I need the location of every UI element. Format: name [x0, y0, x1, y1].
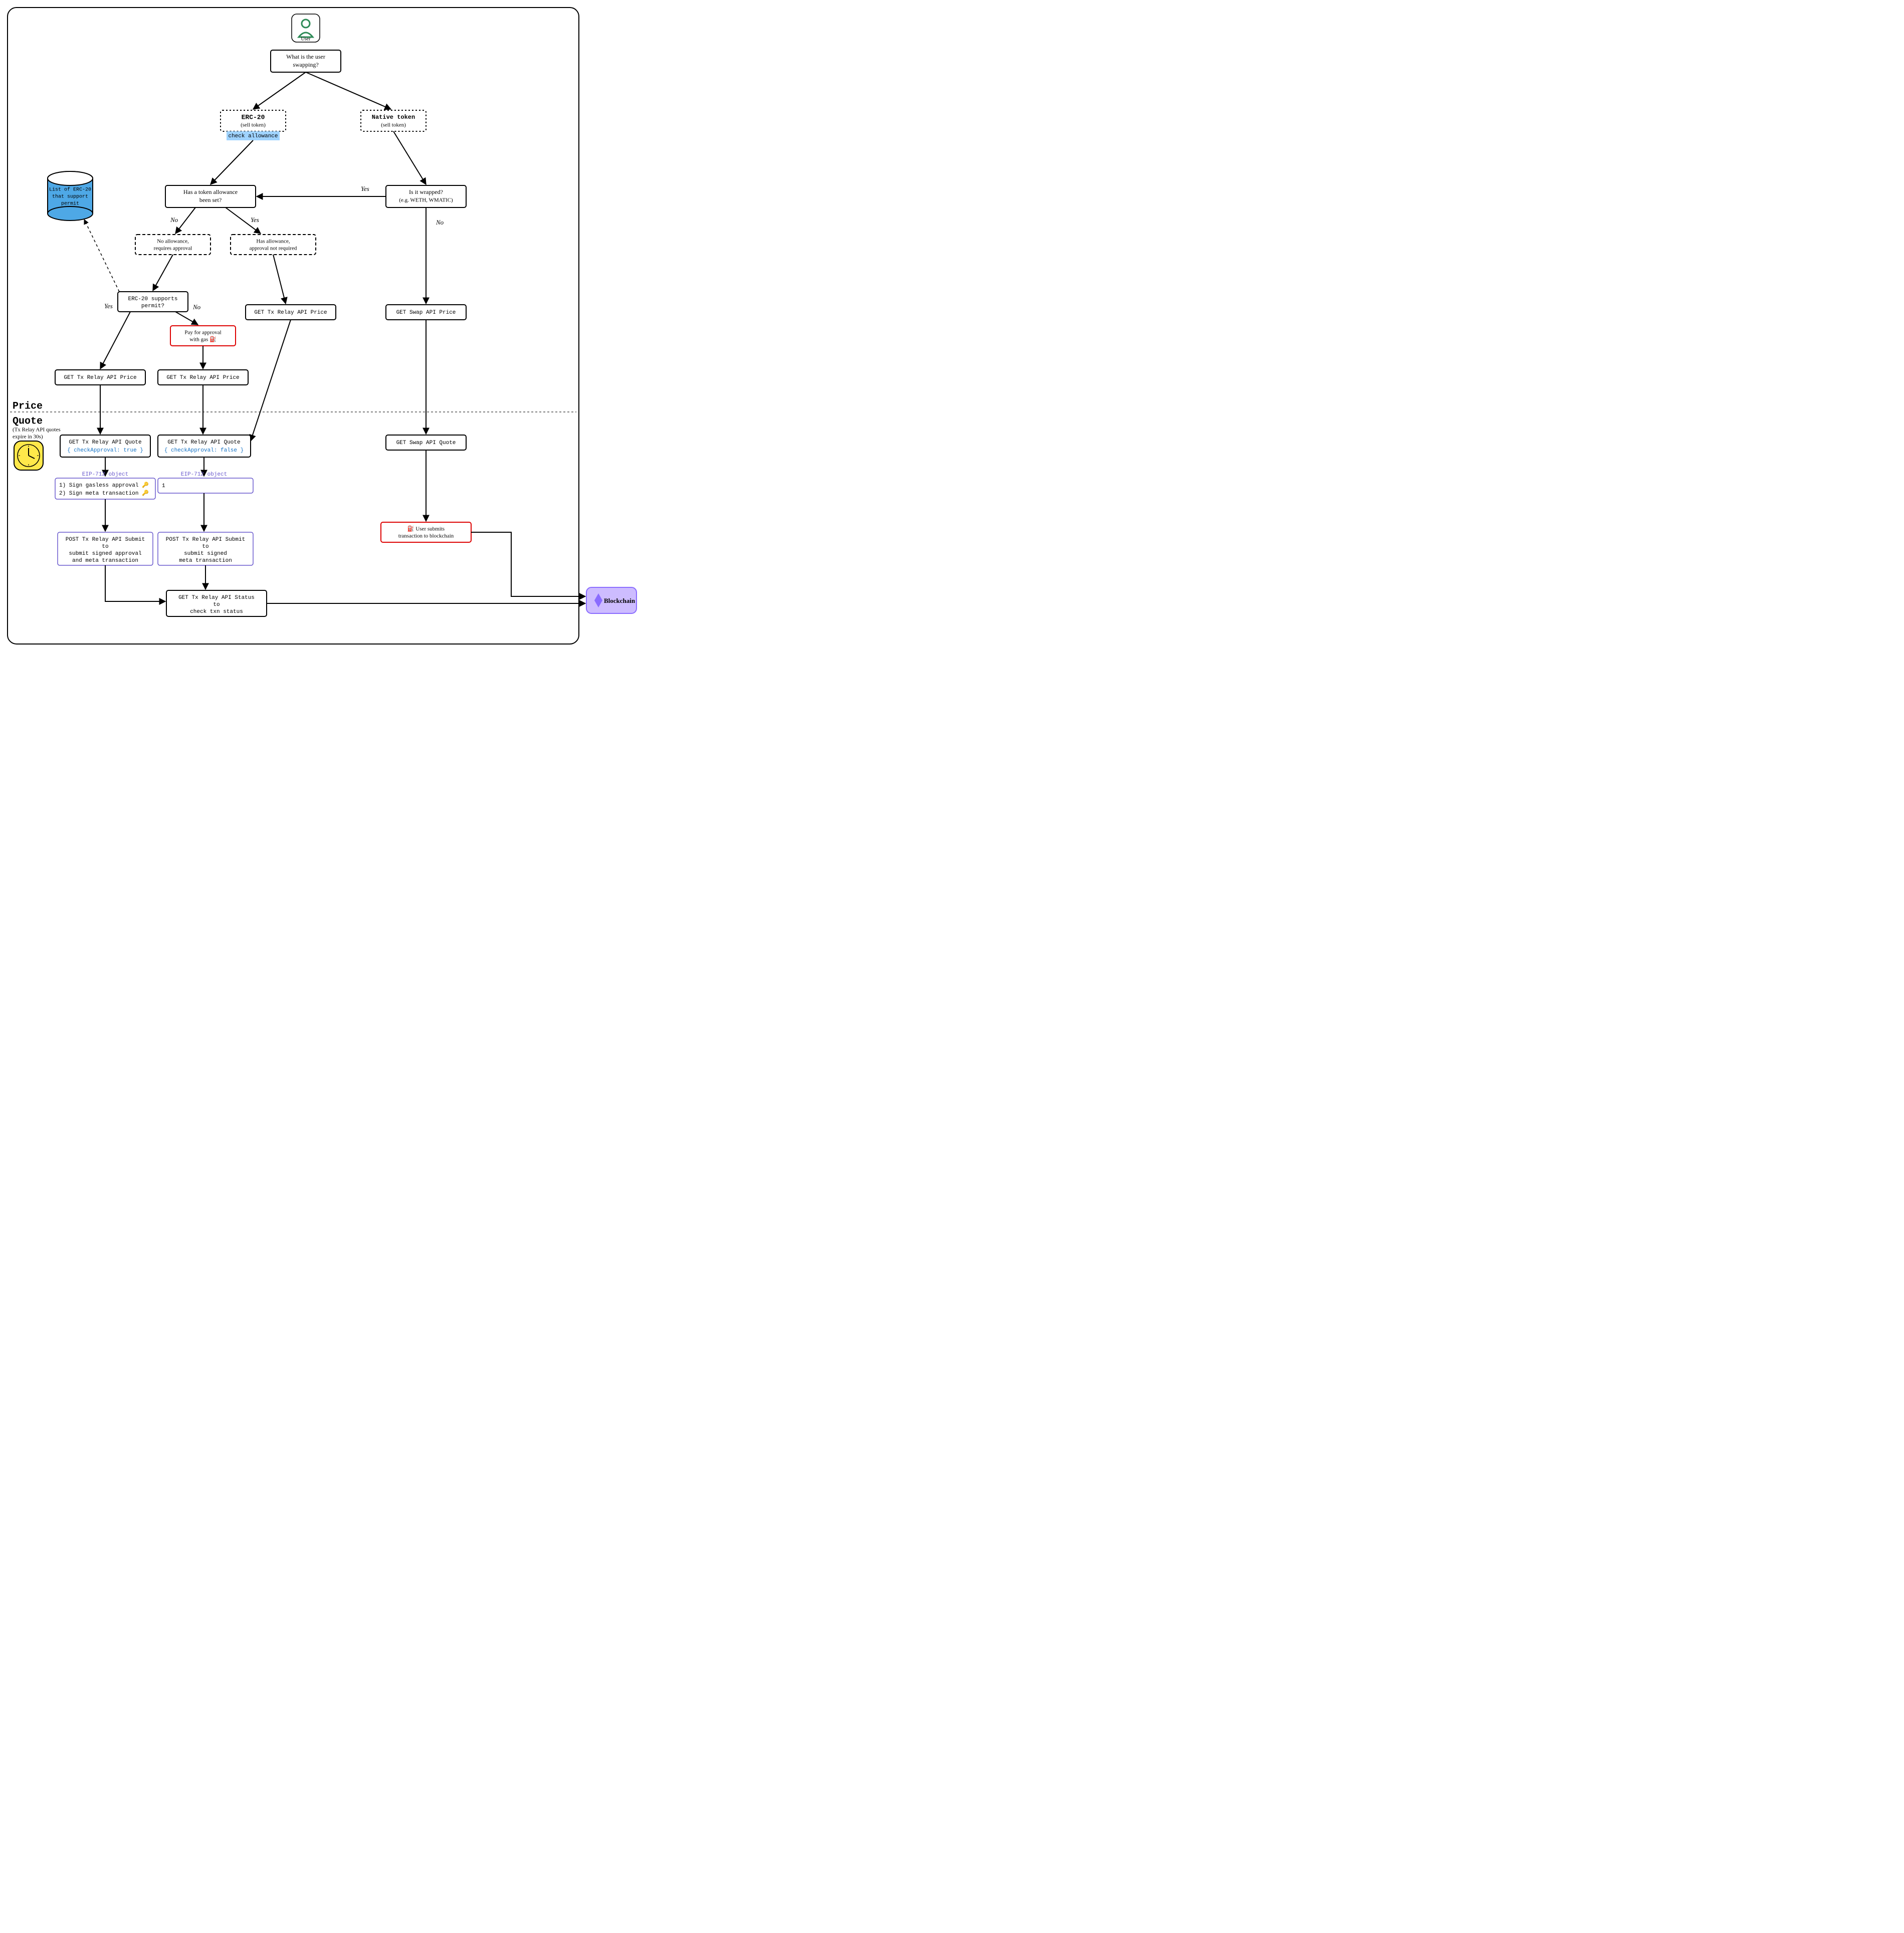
svg-text:Pay for approval: Pay for approval: [184, 330, 221, 336]
svg-text:that support: that support: [52, 194, 88, 200]
edge: [153, 255, 173, 291]
svg-text:submit signed approval: submit signed approval: [69, 551, 141, 557]
section-quote: Quote: [13, 415, 43, 427]
edge: [251, 320, 291, 441]
permit-db: List of ERC-20 that support permit: [48, 171, 93, 221]
svg-text:GET Tx Relay API Status: GET Tx Relay API Status: [178, 595, 255, 601]
edge: [100, 312, 130, 369]
edge: [175, 312, 198, 325]
svg-text:(sell token): (sell token): [241, 122, 266, 128]
svg-text:submit signed: submit signed: [184, 551, 227, 557]
lbl-no: No: [436, 219, 444, 226]
svg-text:GET Tx Relay API Price: GET Tx Relay API Price: [64, 375, 136, 381]
svg-text:check allowance: check allowance: [228, 133, 278, 139]
svg-text:and meta transaction: and meta transaction: [72, 558, 138, 564]
svg-text:permit: permit: [61, 201, 79, 207]
svg-text:1) Sign gasless approval 🔑: 1) Sign gasless approval 🔑: [59, 481, 149, 489]
user-icon: User: [292, 14, 320, 42]
svg-text:(e.g. WETH, WMATIC): (e.g. WETH, WMATIC): [399, 197, 453, 203]
svg-text:ERC-20: ERC-20: [242, 113, 265, 121]
svg-text:POST Tx Relay API Submit: POST Tx Relay API Submit: [66, 537, 145, 543]
edge: [210, 140, 253, 184]
edge: [105, 565, 165, 601]
svg-text:transaction to blockchain: transaction to blockchain: [398, 533, 454, 539]
svg-text:permit?: permit?: [141, 303, 164, 309]
svg-text:⛽ User submits: ⛽ User submits: [407, 526, 445, 532]
diagram-canvas: User What is the user swapping? ERC-20 (…: [0, 0, 642, 652]
clock-icon: [14, 441, 43, 470]
svg-text:GET Swap API Quote: GET Swap API Quote: [396, 440, 456, 446]
svg-text:No: No: [192, 303, 201, 311]
svg-text:Has a token allowance: Has a token allowance: [183, 188, 238, 195]
svg-text:GET Swap API Price: GET Swap API Price: [396, 310, 456, 316]
svg-text:GET Tx Relay API Quote: GET Tx Relay API Quote: [167, 440, 240, 446]
svg-text:(sell token): (sell token): [381, 122, 406, 128]
svg-text:Yes: Yes: [251, 216, 259, 224]
edge: [393, 131, 426, 184]
svg-text:to: to: [213, 602, 220, 608]
start-line2: swapping?: [293, 61, 318, 68]
svg-text:check txn status: check txn status: [190, 609, 243, 615]
edge: [471, 532, 585, 596]
svg-text:POST Tx Relay API Submit: POST Tx Relay API Submit: [166, 537, 245, 543]
svg-text:Is it wrapped?: Is it wrapped?: [409, 188, 443, 195]
svg-text:List of ERC-20: List of ERC-20: [49, 187, 91, 193]
lbl-yes: Yes: [361, 185, 369, 192]
edge-db: [84, 220, 119, 292]
start-line1: What is the user: [286, 53, 325, 60]
eip-a: EIP-712 object: [82, 472, 128, 478]
has-allowance: [231, 235, 316, 255]
quote-note-2: expire in 30s): [13, 434, 43, 440]
section-price: Price: [13, 400, 43, 412]
svg-text:GET Tx Relay API Quote: GET Tx Relay API Quote: [69, 440, 141, 446]
svg-text:requires approval: requires approval: [154, 246, 192, 252]
svg-text:Yes: Yes: [104, 302, 113, 310]
svg-text:to: to: [102, 544, 108, 550]
svg-text:{ checkApproval: false }: { checkApproval: false }: [164, 448, 244, 454]
pay-gas: [170, 326, 236, 346]
edge: [306, 72, 391, 109]
quote-a: [60, 435, 150, 457]
native-node: Native token (sell token): [361, 110, 426, 131]
svg-text:been set?: been set?: [199, 196, 222, 203]
svg-text:approval not required: approval not required: [250, 246, 297, 252]
svg-text:GET Tx Relay API Price: GET Tx Relay API Price: [166, 375, 239, 381]
svg-text:meta transaction: meta transaction: [179, 558, 232, 564]
svg-text:with gas ⛽: with gas ⛽: [189, 336, 217, 343]
quote-b: [158, 435, 251, 457]
eip-b: EIP-712 object: [181, 472, 227, 478]
user-submit: [381, 522, 471, 542]
user-label: User: [301, 36, 311, 42]
sign-b: [158, 478, 253, 493]
blockchain-node: Blockchain: [586, 587, 637, 613]
svg-text:Has allowance,: Has allowance,: [256, 239, 290, 245]
erc20-node: ERC-20 (sell token) check allowance: [221, 110, 286, 140]
quote-note-1: (Tx Relay API quotes: [13, 427, 61, 433]
svg-text:No allowance,: No allowance,: [157, 239, 189, 245]
edge: [273, 255, 286, 304]
edge: [253, 72, 306, 109]
svg-text:to: to: [202, 544, 208, 550]
svg-text:{ checkApproval: true }: { checkApproval: true }: [67, 448, 143, 454]
svg-text:Blockchain: Blockchain: [604, 597, 636, 604]
svg-text:No: No: [170, 216, 178, 224]
svg-text:1: 1: [162, 483, 165, 489]
no-allowance: [135, 235, 210, 255]
svg-text:Native token: Native token: [372, 114, 415, 121]
svg-text:2) Sign meta transaction 🔑: 2) Sign meta transaction 🔑: [59, 489, 149, 497]
svg-text:ERC-20 supports: ERC-20 supports: [128, 296, 177, 302]
svg-text:GET Tx Relay API Price: GET Tx Relay API Price: [254, 310, 327, 316]
edge: [175, 207, 195, 234]
